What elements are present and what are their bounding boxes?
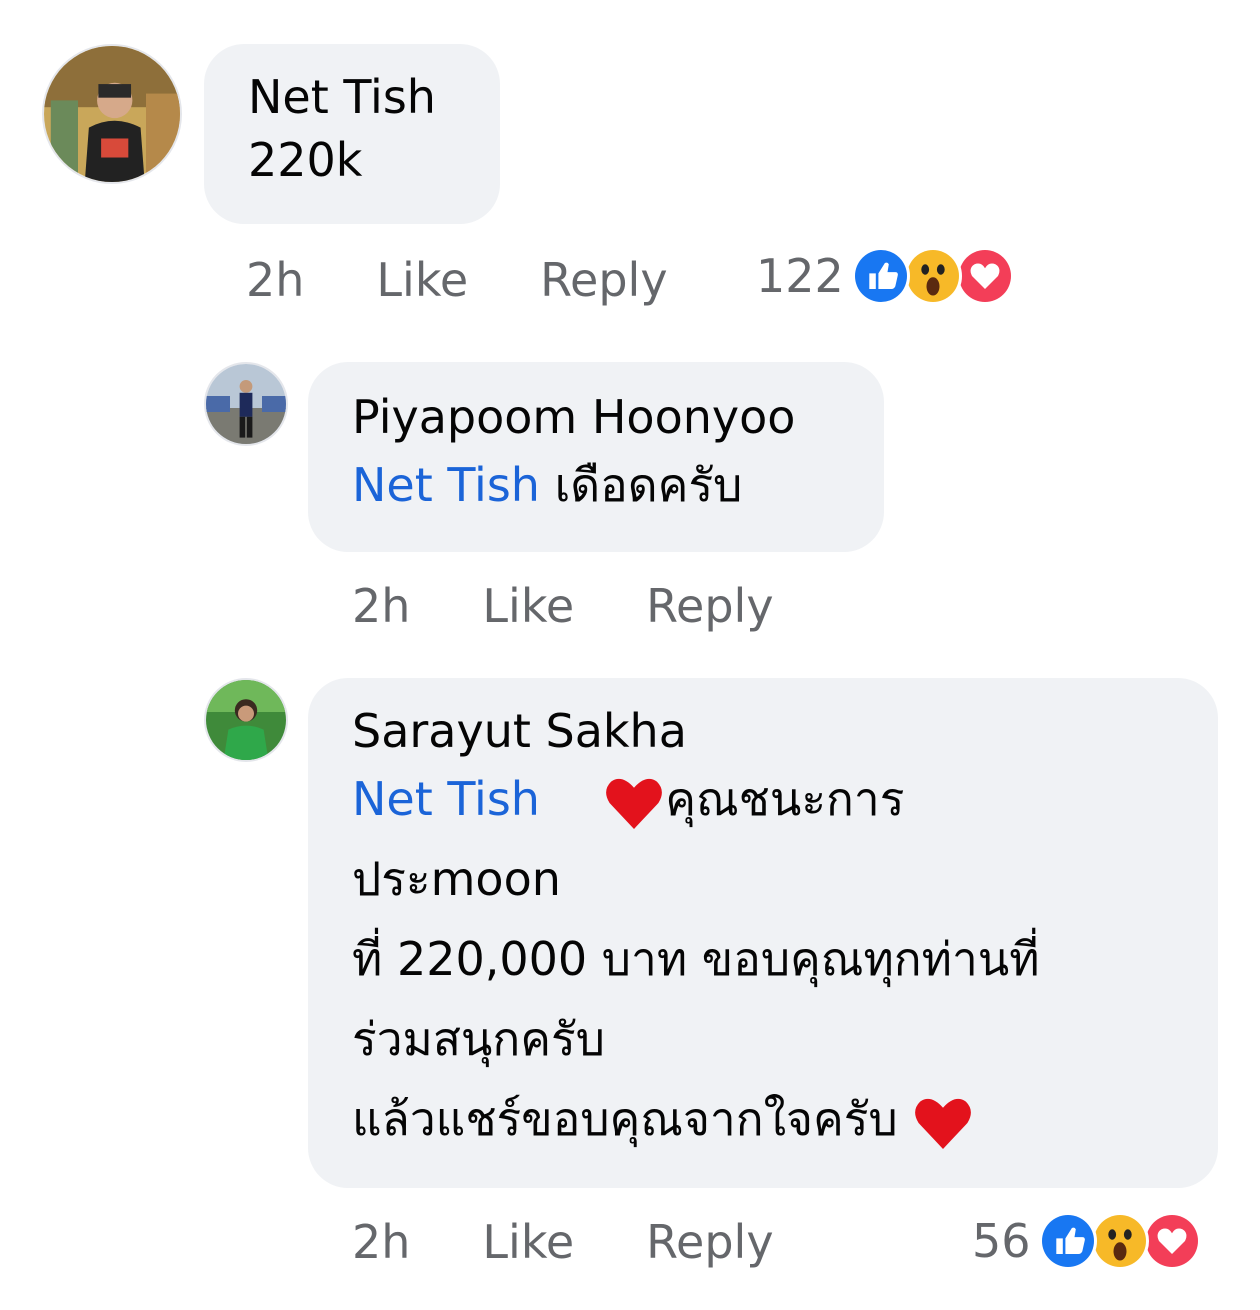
comment-body: เดือดครับ: [539, 458, 743, 513]
comment-body: คุณชนะการ: [665, 772, 905, 827]
mention-link[interactable]: Net Tish: [352, 458, 540, 512]
comment-actions: 2h Like Reply: [246, 250, 668, 310]
avatar[interactable]: [42, 44, 182, 184]
heart-emoji-icon: [606, 778, 663, 829]
reaction-summary[interactable]: 122: [756, 245, 1014, 307]
reply-button[interactable]: Reply: [540, 253, 667, 307]
comment-actions: 2h Like Reply: [352, 576, 774, 636]
reaction-count: 122: [756, 249, 844, 303]
reply-button[interactable]: Reply: [646, 579, 773, 633]
like-icon: [851, 247, 910, 305]
comment-text-line: Net Tish คุณชนะการ: [352, 759, 1174, 839]
wow-icon: [903, 247, 962, 305]
timestamp[interactable]: 2h: [352, 1215, 410, 1269]
reaction-summary[interactable]: 56: [972, 1210, 1201, 1272]
heart-emoji-icon: [915, 1098, 972, 1149]
comment-author[interactable]: Sarayut Sakha: [352, 704, 1174, 759]
like-button[interactable]: Like: [482, 579, 574, 633]
like-button[interactable]: Like: [482, 1215, 574, 1269]
comment-body: แล้วแชร์ขอบคุณจากใจครับ: [352, 1092, 913, 1147]
reply-button[interactable]: Reply: [646, 1215, 773, 1269]
timestamp[interactable]: 2h: [246, 253, 304, 307]
avatar[interactable]: [204, 678, 288, 762]
comment-text-line: ที่ 220,000 บาท ขอบคุณทุกท่านที่: [352, 932, 1040, 987]
love-icon: [1142, 1212, 1201, 1270]
comment-bubble: Sarayut Sakha Net Tish คุณชนะการ ประmoon…: [308, 678, 1218, 1188]
comment-text-line: ร่วมสนุกครับ: [352, 1012, 605, 1067]
comment-author[interactable]: Net Tish: [248, 70, 456, 125]
timestamp[interactable]: 2h: [352, 579, 410, 633]
reaction-count: 56: [972, 1214, 1031, 1268]
mention-link[interactable]: Net Tish: [352, 772, 540, 826]
comment-text-line: ประmoon: [352, 852, 561, 907]
comment-text-line: แล้วแชร์ขอบคุณจากใจครับ: [352, 1079, 1174, 1159]
like-icon: [1038, 1212, 1097, 1270]
comment-text: 220k: [248, 133, 363, 188]
comment-text: Net Tish เดือดครับ: [352, 445, 840, 525]
comment-bubble: Piyapoom Hoonyoo Net Tish เดือดครับ: [308, 362, 884, 552]
avatar[interactable]: [204, 362, 288, 446]
love-icon: [955, 247, 1014, 305]
comment-bubble: Net Tish 220k: [204, 44, 500, 224]
comment-actions: 2h Like Reply: [352, 1212, 774, 1272]
comment-author[interactable]: Piyapoom Hoonyoo: [352, 390, 840, 445]
like-button[interactable]: Like: [376, 253, 468, 307]
wow-icon: [1090, 1212, 1149, 1270]
